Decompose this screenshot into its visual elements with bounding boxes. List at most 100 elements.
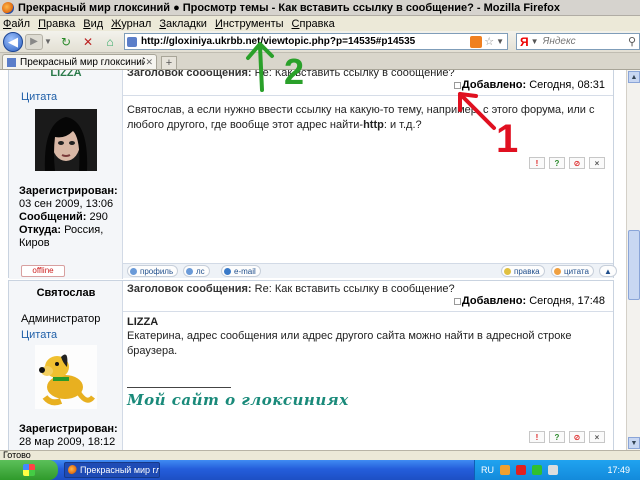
post-lizza: LIZZA Цитата Зарегистрирован: 03 сен 200… [8,70,617,279]
post-link-icon[interactable] [453,297,461,305]
pm-icon [186,267,193,275]
edit-icon [504,267,511,275]
menu-bookmarks[interactable]: Закладки [159,18,207,30]
report-icon[interactable]: ! [529,157,545,169]
scroll-up-icon[interactable]: ▲ [628,71,640,83]
tray-network-icon[interactable] [532,465,542,475]
scroll-down-icon[interactable]: ▼ [628,437,640,449]
rss-icon[interactable] [470,35,483,48]
email-button[interactable]: e-mail [221,265,261,277]
subject-value: Re: Как вставить ссылку в сообщение? [254,283,455,295]
info-icon[interactable]: ? [549,431,565,443]
taskbar-item-label: Прекрасный мир гл... [79,465,159,475]
top-button[interactable]: ▲ [599,265,617,277]
new-tab-button[interactable]: + [161,56,177,69]
avatar [35,345,97,409]
search-icon[interactable]: ⚲ [628,35,636,48]
url-text[interactable]: http://gloxiniya.ukrbb.net/viewtopic.php… [141,36,470,47]
reload-icon[interactable]: ↻ [58,34,74,50]
menu-bar: Файл Правка Вид Журнал Закладки Инструме… [0,16,640,31]
forward-button[interactable]: ▶ [25,33,43,50]
subject-label: Заголовок сообщения: [127,283,252,295]
url-dropdown-icon[interactable]: ▼ [496,37,504,46]
firefox-icon [68,465,77,475]
post-link-icon[interactable] [453,81,461,89]
search-engine-dropdown-icon[interactable]: ▼ [531,37,539,46]
menu-help[interactable]: Справка [292,18,335,30]
subject-label: Заголовок сообщения: [127,70,252,79]
registered-value: 28 мар 2009, 18:12 [19,436,116,448]
delete-icon[interactable]: × [589,431,605,443]
profile-icon [130,267,137,275]
taskbar-firefox-item[interactable]: Прекрасный мир гл... [64,462,160,478]
language-indicator[interactable]: RU [481,465,494,475]
back-arrow-icon: ◀ [8,33,18,49]
author-role: Администратор [21,313,101,325]
quote-link[interactable]: Цитата [21,329,57,341]
bookmark-star-icon[interactable]: ☆ [484,35,494,48]
post-text-part1: Святослав, а если нужно ввести ссылку на… [127,104,595,131]
search-box[interactable]: Я ▼ ⚲ [516,33,640,50]
quote-link[interactable]: Цитата [21,91,57,103]
tab-strip: Прекрасный мир глоксиний ● ... ✕ + [0,53,640,70]
menu-tools[interactable]: Инструменты [215,18,284,30]
system-tray: RU 17:49 [474,460,640,480]
menu-edit[interactable]: Правка [38,18,75,30]
quote-button[interactable]: цитата [551,265,594,277]
home-icon[interactable]: ⌂ [102,34,118,50]
clock[interactable]: 17:49 [607,465,630,475]
post-text-part2: : и т.д.? [383,119,422,131]
tab-close-icon[interactable]: ✕ [145,57,153,68]
tray-antivirus-icon[interactable] [516,465,526,475]
post-date: Добавлено: Сегодня, 17:48 [453,295,605,307]
forward-arrow-icon: ▶ [30,36,38,47]
menu-history[interactable]: Журнал [111,18,151,30]
profile-button[interactable]: профиль [127,265,179,277]
edit-button[interactable]: правка [501,265,545,277]
signature-link[interactable]: Мой сайт о глоксиниях [127,391,349,409]
posts-count-value: 290 [89,211,108,223]
post-subject: Заголовок сообщения: Re: Как вставить сс… [127,70,455,79]
yandex-logo-icon[interactable]: Я [520,35,529,49]
menu-view[interactable]: Вид [83,18,103,30]
scrollbar-thumb[interactable] [628,230,640,300]
delete-icon[interactable]: × [589,157,605,169]
post-text-bold: http [363,119,384,131]
signature-divider [127,387,231,388]
post-svyatoslav: Святослав Администратор Цитата Зарегистр… [8,280,614,450]
stop-icon[interactable]: ✕ [80,34,96,50]
taskbar: Прекрасный мир гл... RU 17:49 [0,460,640,480]
search-input[interactable] [542,36,613,47]
edit-button-label: правка [514,266,540,276]
history-dropdown-icon[interactable]: ▼ [44,37,52,46]
author-name[interactable]: Святослав [9,287,123,299]
post-author-column: LIZZA Цитата Зарегистрирован: 03 сен 200… [9,70,123,279]
post-addressee: LIZZA [127,316,159,328]
tray-volume-icon[interactable] [548,465,558,475]
author-profile: Зарегистрирован: 28 мар 2009, 18:12 [19,423,123,449]
page-scrollbar[interactable]: ▲ ▼ [626,70,640,450]
tray-app-icon[interactable] [500,465,510,475]
url-bar[interactable]: http://gloxiniya.ukrbb.net/viewtopic.php… [124,33,508,50]
warn-icon[interactable]: ⊘ [569,431,585,443]
menu-file[interactable]: Файл [3,18,30,30]
post-date: Добавлено: Сегодня, 08:31 [453,79,605,91]
navigation-toolbar: ◀ ▶ ▼ ↻ ✕ ⌂ http://gloxiniya.ukrbb.net/v… [0,31,640,53]
info-icon[interactable]: ? [549,157,565,169]
post-body-column: Заголовок сообщения: Re: Как вставить сс… [123,281,613,450]
pm-button[interactable]: лс [183,265,210,277]
back-button[interactable]: ◀ [3,31,23,52]
firefox-icon [2,1,14,14]
author-profile: Зарегистрирован: 03 сен 2009, 13:06 Сооб… [19,185,123,250]
author-name[interactable]: LIZZA [9,70,123,79]
report-icon[interactable]: ! [529,431,545,443]
tab-active[interactable]: Прекрасный мир глоксиний ● ... ✕ [2,54,157,69]
start-button[interactable] [0,460,58,480]
warn-icon[interactable]: ⊘ [569,157,585,169]
post-author-column: Святослав Администратор Цитата Зарегистр… [9,281,123,450]
post-divider [123,95,613,96]
pm-button-label: лс [196,266,205,276]
quote-icon [554,267,561,275]
registered-label: Зарегистрирован: [19,423,118,435]
posts-count-label: Сообщений: [19,211,87,223]
